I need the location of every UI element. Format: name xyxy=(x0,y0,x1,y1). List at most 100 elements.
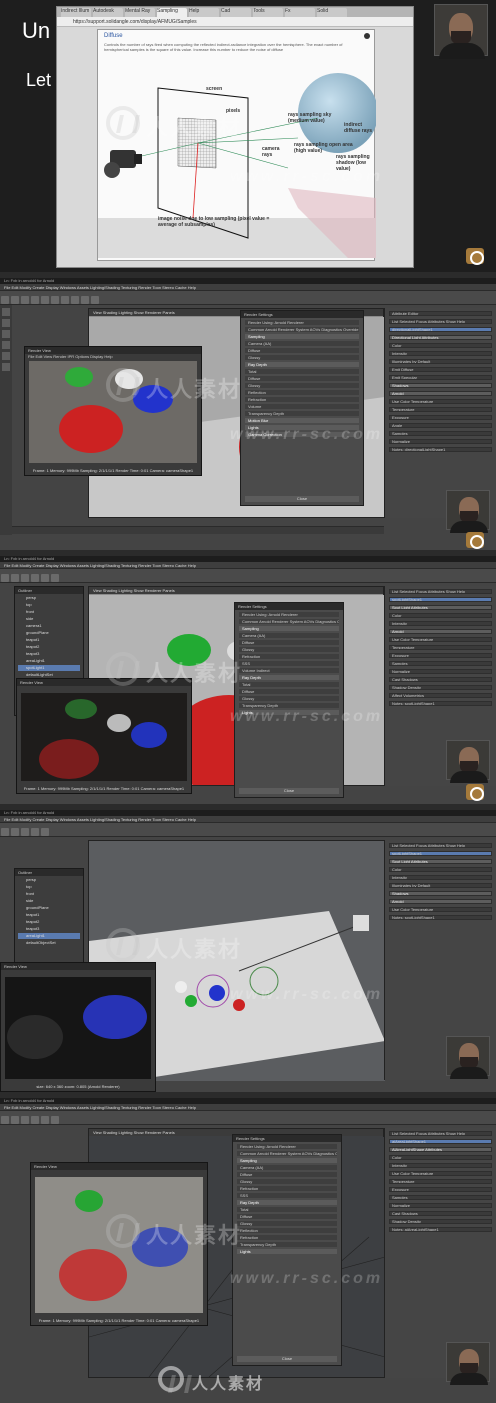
ray-depth-section[interactable]: Ray Depth xyxy=(245,362,359,367)
outliner-item[interactable]: groundPlane xyxy=(18,905,80,911)
arnold-attr-row[interactable]: Exposure xyxy=(389,415,492,420)
sampling-row[interactable]: Camera (AA) xyxy=(239,633,339,638)
outliner-item[interactable]: front xyxy=(18,891,80,897)
ray-depth-row[interactable]: Total xyxy=(237,1207,337,1212)
shelf-tool-icon[interactable] xyxy=(81,296,89,304)
ray-depth-row[interactable]: Reflection xyxy=(237,1228,337,1233)
light-attrs-section[interactable]: Directional Light Attributes xyxy=(389,335,492,340)
ray-depth-section[interactable]: Ray Depth xyxy=(237,1200,337,1205)
attr-tabs[interactable]: List Selected Focus Attributes Show Help xyxy=(389,319,492,324)
sampling-row[interactable]: Camera (AA) xyxy=(245,341,359,346)
viewport-menu[interactable]: View Shading Lighting Show Renderer Pane… xyxy=(89,587,383,594)
arnold-attr-row[interactable]: Normalize xyxy=(389,669,492,674)
arnold-section[interactable]: Arnold xyxy=(389,899,492,904)
sampling-row[interactable]: Glossy xyxy=(245,355,359,360)
light-attrs-section[interactable]: Spot Light Attributes xyxy=(389,605,492,610)
arnold-attr-row[interactable]: Shadow Density xyxy=(389,685,492,690)
light-attr-row[interactable]: Intensity xyxy=(389,875,492,880)
outliner-item[interactable]: areaLight1 xyxy=(18,658,80,664)
arnold-attr-row[interactable]: Use Color Temperature xyxy=(389,399,492,404)
sampling-row[interactable]: SSS xyxy=(237,1193,337,1198)
arnold-attr-row[interactable]: Use Color Temperature xyxy=(389,907,492,912)
arnold-attr-row[interactable]: Affect Volumetrics xyxy=(389,693,492,698)
arnold-attr-row[interactable]: Exposure xyxy=(389,653,492,658)
outliner-item[interactable]: teapot1 xyxy=(18,637,80,643)
shelf-tool-icon[interactable] xyxy=(91,296,99,304)
outliner-item[interactable]: defaultObjectSet xyxy=(18,940,80,946)
outliner-item[interactable]: side xyxy=(18,616,80,622)
shelf-tool-icon[interactable] xyxy=(11,1116,19,1124)
browser-tab[interactable]: Autodesk xyxy=(93,8,123,17)
sampling-row[interactable]: Camera (AA) xyxy=(237,1165,337,1170)
arnold-attr-row[interactable]: Cast Shadows xyxy=(389,1211,492,1216)
sampling-row[interactable]: Volume Indirect xyxy=(239,668,339,673)
sampling-row[interactable]: Diffuse xyxy=(237,1172,337,1177)
maya-menu-bar[interactable]: File Edit Modify Create Display Windows … xyxy=(0,562,496,569)
sampling-row[interactable]: Glossy xyxy=(239,647,339,652)
close-icon[interactable] xyxy=(364,33,370,39)
notes-field[interactable]: Notes: directionalLightShape1 xyxy=(389,447,492,452)
sampling-section[interactable]: Sampling xyxy=(237,1158,337,1163)
render-settings-tabs[interactable]: Common Arnold Renderer System AOVs Diagn… xyxy=(245,327,359,332)
shelf-tool-icon[interactable] xyxy=(21,828,29,836)
browser-tab[interactable]: Help xyxy=(189,8,219,17)
browser-tab[interactable]: Indirect Illum xyxy=(61,8,91,17)
shelf-tool-icon[interactable] xyxy=(1,1116,9,1124)
move-tool-icon[interactable] xyxy=(2,319,10,327)
shelf-tool-icon[interactable] xyxy=(1,296,9,304)
shelf-tool-icon[interactable] xyxy=(21,574,29,582)
arnold-attr-row[interactable]: Normalize xyxy=(389,439,492,444)
arnold-attr-row[interactable]: Use Color Temperature xyxy=(389,1171,492,1176)
light-attrs-section[interactable]: AiAreaLightShape Attributes xyxy=(389,1147,492,1152)
light-node-field[interactable]: directionalLightShape1 xyxy=(389,327,492,332)
sampling-row[interactable]: Diffuse xyxy=(245,348,359,353)
notes-field[interactable]: Notes: spotLightShape1 xyxy=(389,701,492,706)
attr-tabs[interactable]: List Selected Focus Attributes Show Help xyxy=(389,1131,492,1136)
shadows-section[interactable]: Shadows xyxy=(389,891,492,896)
notes-field[interactable]: Notes: aiAreaLightShape1 xyxy=(389,1227,492,1232)
shelf-tool-icon[interactable] xyxy=(31,574,39,582)
browser-tab[interactable]: Solid xyxy=(317,8,347,17)
ray-depth-section[interactable]: Ray Depth xyxy=(239,675,339,680)
light-attr-row[interactable]: Intensity xyxy=(389,1163,492,1168)
ray-depth-row[interactable]: Diffuse xyxy=(237,1214,337,1219)
outliner-item[interactable]: persp xyxy=(18,877,80,883)
light-attr-row[interactable]: Color xyxy=(389,613,492,618)
sampling-section[interactable]: Sampling xyxy=(239,626,339,631)
shelf-tool-icon[interactable] xyxy=(11,296,19,304)
render-settings-tabs[interactable]: Common Arnold Renderer System AOVs Diagn… xyxy=(239,619,339,624)
browser-tab[interactable]: Tools xyxy=(253,8,283,17)
outliner-item[interactable]: persp xyxy=(18,595,80,601)
ray-depth-row[interactable]: Refraction xyxy=(245,397,359,402)
sampling-row[interactable]: Glossy xyxy=(237,1179,337,1184)
outliner-item[interactable]: top xyxy=(18,602,80,608)
shelf-tool-icon[interactable] xyxy=(51,1116,59,1124)
layout-icon[interactable] xyxy=(2,352,10,360)
sampling-row[interactable]: SSS xyxy=(239,661,339,666)
sampling-row[interactable]: Refraction xyxy=(237,1186,337,1191)
shelf-tool-icon[interactable] xyxy=(31,1116,39,1124)
ray-depth-row[interactable]: Glossy xyxy=(237,1221,337,1226)
ray-depth-row[interactable]: Glossy xyxy=(239,696,339,701)
outliner-item-selected[interactable]: spotLight1 xyxy=(18,665,80,671)
outliner-item[interactable]: teapot2 xyxy=(18,919,80,925)
shelf-tool-icon[interactable] xyxy=(41,1116,49,1124)
light-attr-row[interactable]: Illuminates by Default xyxy=(389,883,492,888)
attr-tabs[interactable]: List Selected Focus Attributes Show Help xyxy=(389,843,492,848)
shelf-tool-icon[interactable] xyxy=(31,296,39,304)
renderer-dropdown[interactable]: Render Using: Arnold Renderer xyxy=(237,1144,337,1149)
address-bar[interactable]: https://support.solidangle.com/display/A… xyxy=(57,17,413,27)
notes-field[interactable]: Notes: spotLightShape1 xyxy=(389,915,492,920)
outliner-item[interactable]: groundPlane xyxy=(18,630,80,636)
arnold-attr-row[interactable]: Samples xyxy=(389,661,492,666)
shelf-tool-icon[interactable] xyxy=(21,296,29,304)
arnold-attr-row[interactable]: Cast Shadows xyxy=(389,677,492,682)
light-attr-row[interactable]: Color xyxy=(389,1155,492,1160)
arnold-attr-row[interactable]: Use Color Temperature xyxy=(389,637,492,642)
sampling-row[interactable]: Refraction xyxy=(239,654,339,659)
attr-tabs[interactable]: List Selected Focus Attributes Show Help xyxy=(389,589,492,594)
render-settings-tabs[interactable]: Common Arnold Renderer System AOVs Diagn… xyxy=(237,1151,337,1156)
outliner-item[interactable]: teapot3 xyxy=(18,651,80,657)
lights-section[interactable]: Lights xyxy=(237,1249,337,1254)
maya-menu-bar[interactable]: File Edit Modify Create Display Windows … xyxy=(0,284,496,291)
